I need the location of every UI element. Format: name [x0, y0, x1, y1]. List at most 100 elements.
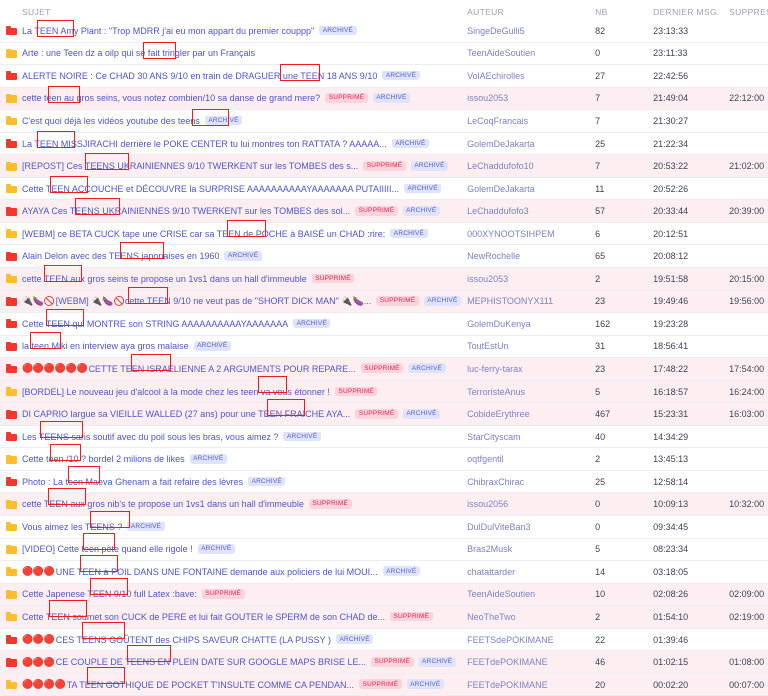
row-subject-cell[interactable]: Vous aimez les TEENS ? ARCHIVÉ: [22, 521, 467, 532]
topic-title-link[interactable]: CES TEENS GOÛTENT des CHIPS SAVEUR CHATT…: [56, 635, 331, 645]
row-subject-cell[interactable]: La TEEN MISSJIRACHI derrière le POKE CEN…: [22, 138, 467, 149]
row-subject-cell[interactable]: la teen Miki en interview aya gros malai…: [22, 341, 467, 351]
row-subject-cell[interactable]: 🔴🔴🔴🔴 TA TEEN GOTHIQUE DE POCKET T'INSULTE…: [22, 679, 467, 690]
row-subject-cell[interactable]: 🔴🔴🔴 CES TEENS GOÛTENT des CHIPS SAVEUR CH…: [22, 634, 467, 645]
row-author[interactable]: LeChaddufofo10: [467, 161, 589, 171]
topic-title-link[interactable]: [REPOST] Ces TEENS UKRAINIENNES 9/10 TWE…: [22, 161, 358, 171]
table-row[interactable]: 🔴🔴🔴🔴🔴🔴 CETTE TEEN ISRAELIENNE A 2 ARGUMEN…: [0, 358, 768, 381]
topic-title-link[interactable]: [WEBM] ce BETA CUCK tape une CRISE car s…: [22, 229, 385, 239]
header-sujet[interactable]: SUJET: [22, 7, 467, 17]
header-suppres[interactable]: SUPPRES.: [729, 7, 768, 17]
topic-title-link[interactable]: Photo : La teen Maeva Ghenam a fait refa…: [22, 477, 243, 487]
topic-title-link[interactable]: DI CAPRIO largue sa VIEILLE WALLED (27 a…: [22, 409, 350, 419]
topic-title-link[interactable]: cette TEEN aux gros nib's te propose un …: [22, 499, 304, 509]
table-row[interactable]: Vous aimez les TEENS ? ARCHIVÉ DulDulViteB…: [0, 516, 768, 539]
row-author[interactable]: DulDulViteBan3: [467, 522, 589, 532]
table-row[interactable]: ALERTE NOIRE : Ce CHAD 30 ANS 9/10 en tr…: [0, 65, 768, 88]
row-author[interactable]: luc-ferry-tarax: [467, 364, 589, 374]
row-author[interactable]: VolAEchirolles: [467, 71, 589, 81]
row-subject-cell[interactable]: cette teen au gros seins, vous notez com…: [22, 93, 467, 103]
header-auteur[interactable]: AUTEUR: [467, 7, 589, 17]
table-row[interactable]: cette TEEN aux gros nib's te propose un …: [0, 493, 768, 517]
row-subject-cell[interactable]: Alain Delon avec des TEENS japonaises en…: [22, 251, 467, 261]
table-row[interactable]: 🔴🔴🔴🔴 TA TEEN GOTHIQUE DE POCKET T'INSULTE…: [0, 673, 768, 696]
topic-title-link[interactable]: [BORDEL] Le nouveau jeu d'alcool à la mo…: [22, 387, 330, 397]
row-author[interactable]: FEETdePOKIMANE: [467, 657, 589, 667]
topic-title-link[interactable]: AYAYA Ces TEENS UKRAINIENNES 9/10 TWERKE…: [22, 206, 350, 216]
row-author[interactable]: oqtfgentil: [467, 454, 589, 464]
row-subject-cell[interactable]: Photo : La teen Maeva Ghenam a fait refa…: [22, 476, 467, 487]
row-author[interactable]: SingeDeGulli5: [467, 26, 589, 36]
row-subject-cell[interactable]: cette TEEN aux gros seins te propose un …: [22, 273, 467, 284]
topic-title-link[interactable]: CETTE TEEN ISRAELIENNE A 2 ARGUMENTS POU…: [88, 364, 355, 374]
row-subject-cell[interactable]: 🔴🔴🔴🔴🔴🔴 CETTE TEEN ISRAELIENNE A 2 ARGUMEN…: [22, 363, 467, 374]
table-row[interactable]: Cette TEEN qui MONTRE son STRING AAAAAAA…: [0, 313, 768, 336]
row-subject-cell[interactable]: [REPOST] Ces TEENS UKRAINIENNES 9/10 TWE…: [22, 161, 467, 171]
header-nb[interactable]: NB: [589, 7, 653, 17]
table-row[interactable]: cette teen au gros seins, vous notez com…: [0, 87, 768, 111]
table-row[interactable]: Cette teen /10 ? bordel 2 milions de lik…: [0, 448, 768, 471]
table-row[interactable]: [WEBM] ce BETA CUCK tape une CRISE car s…: [0, 222, 768, 246]
topic-title-link[interactable]: Cette TEEN soumet son CUCK de PERE et lu…: [22, 612, 385, 622]
row-subject-cell[interactable]: AYAYA Ces TEENS UKRAINIENNES 9/10 TWERKE…: [22, 206, 467, 216]
row-subject-cell[interactable]: Les TEENS sans soutif avec du poil sous …: [22, 431, 467, 442]
row-author[interactable]: 000XYNOOTSIHPEM: [467, 229, 589, 239]
topic-title-link[interactable]: UNE TEEN à POIL DANS UNE FONTAINE demand…: [56, 567, 378, 577]
row-subject-cell[interactable]: 🔴🔴🔴 CE COUPLE DE TEENS EN PLEIN DATE SUR …: [22, 656, 467, 668]
topic-title-link[interactable]: ALERTE NOIRE : Ce CHAD 30 ANS 9/10 en tr…: [22, 71, 377, 81]
row-author[interactable]: issou2056: [467, 499, 589, 509]
row-subject-cell[interactable]: Cette teen /10 ? bordel 2 milions de lik…: [22, 454, 467, 464]
header-dernier-msg[interactable]: DERNIER MSG.: [653, 7, 729, 17]
table-row[interactable]: DI CAPRIO largue sa VIEILLE WALLED (27 a…: [0, 403, 768, 426]
topic-title-link[interactable]: La TEEN Amy Plant : "Trop MDRR j'ai eu m…: [22, 26, 314, 36]
table-row[interactable]: Cette TEEN ACCOUCHE et DÉCOUVRE la SURPR…: [0, 177, 768, 201]
topic-title-link[interactable]: C'est quoi déjà les vidéos youtube des t…: [22, 116, 200, 126]
row-author[interactable]: TerroristeAnus: [467, 387, 589, 397]
row-author[interactable]: TeenAideSoutien: [467, 48, 589, 58]
table-row[interactable]: la teen Miki en interview aya gros malai…: [0, 335, 768, 359]
row-subject-cell[interactable]: cette TEEN aux gros nib's te propose un …: [22, 499, 467, 509]
row-author[interactable]: GolemDeJakarta: [467, 139, 589, 149]
row-subject-cell[interactable]: 🔴🔴🔴 UNE TEEN à POIL DANS UNE FONTAINE dem…: [22, 566, 467, 577]
row-author[interactable]: issou2053: [467, 93, 589, 103]
topic-title-link[interactable]: la teen Miki en interview aya gros malai…: [22, 341, 189, 351]
topic-title-link[interactable]: [WEBM] 🔌🍆🚫cette TEEN 9/10 ne veut pas de…: [56, 296, 372, 307]
row-subject-cell[interactable]: DI CAPRIO largue sa VIEILLE WALLED (27 a…: [22, 409, 467, 419]
topic-title-link[interactable]: TA TEEN GOTHIQUE DE POCKET T'INSULTE COM…: [67, 680, 354, 690]
row-author[interactable]: MEPHISTOONYX111: [467, 296, 589, 306]
topic-title-link[interactable]: La TEEN MISSJIRACHI derrière le POKE CEN…: [22, 139, 387, 149]
row-author[interactable]: GolemDeJakarta: [467, 184, 589, 194]
row-author[interactable]: chatattarder: [467, 567, 589, 577]
topic-title-link[interactable]: Cette teen /10 ? bordel 2 milions de lik…: [22, 454, 185, 464]
table-row[interactable]: AYAYA Ces TEENS UKRAINIENNES 9/10 TWERKE…: [0, 200, 768, 223]
row-subject-cell[interactable]: C'est quoi déjà les vidéos youtube des t…: [22, 115, 467, 126]
row-subject-cell[interactable]: La TEEN Amy Plant : "Trop MDRR j'ai eu m…: [22, 25, 467, 36]
row-subject-cell[interactable]: Cette Japenese TEEN 9/10 full Latex :bav…: [22, 589, 467, 599]
topic-title-link[interactable]: Arte : une Teen dz a oilp qui se fait tr…: [22, 48, 255, 58]
table-row[interactable]: La TEEN MISSJIRACHI derrière le POKE CEN…: [0, 132, 768, 156]
table-row[interactable]: C'est quoi déjà les vidéos youtube des t…: [0, 110, 768, 133]
row-subject-cell[interactable]: Cette TEEN ACCOUCHE et DÉCOUVRE la SURPR…: [22, 183, 467, 194]
topic-title-link[interactable]: Cette Japenese TEEN 9/10 full Latex :bav…: [22, 589, 197, 599]
topic-title-link[interactable]: cette teen au gros seins, vous notez com…: [22, 93, 320, 103]
topic-title-link[interactable]: CE COUPLE DE TEENS EN PLEIN DATE SUR GOO…: [56, 657, 366, 667]
row-subject-cell[interactable]: [WEBM] ce BETA CUCK tape une CRISE car s…: [22, 228, 467, 239]
table-row[interactable]: La TEEN Amy Plant : "Trop MDRR j'ai eu m…: [0, 20, 768, 43]
table-row[interactable]: [BORDEL] Le nouveau jeu d'alcool à la mo…: [0, 380, 768, 404]
row-author[interactable]: ToutEstUn: [467, 341, 589, 351]
table-row[interactable]: Cette TEEN soumet son CUCK de PERE et lu…: [0, 606, 768, 629]
row-subject-cell[interactable]: [BORDEL] Le nouveau jeu d'alcool à la mo…: [22, 386, 467, 397]
row-author[interactable]: NeoTheTwo: [467, 612, 589, 622]
row-author[interactable]: FEETSdePOKIMANE: [467, 635, 589, 645]
topic-title-link[interactable]: Alain Delon avec des TEENS japonaises en…: [22, 251, 219, 261]
table-row[interactable]: [REPOST] Ces TEENS UKRAINIENNES 9/10 TWE…: [0, 155, 768, 178]
row-author[interactable]: CobideErythree: [467, 409, 589, 419]
row-author[interactable]: StarCityscam: [467, 432, 589, 442]
row-author[interactable]: LeChaddufofo3: [467, 206, 589, 216]
table-row[interactable]: 🔴🔴🔴 CES TEENS GOÛTENT des CHIPS SAVEUR CH…: [0, 628, 768, 652]
topic-title-link[interactable]: [VIDEO] Cette teen pète quand elle rigol…: [22, 544, 193, 554]
row-author[interactable]: GolemDuKenya: [467, 319, 589, 329]
row-author[interactable]: Bras2Musk: [467, 544, 589, 554]
topic-title-link[interactable]: Les TEENS sans soutif avec du poil sous …: [22, 432, 278, 442]
row-subject-cell[interactable]: [VIDEO] Cette teen pète quand elle rigol…: [22, 544, 467, 554]
